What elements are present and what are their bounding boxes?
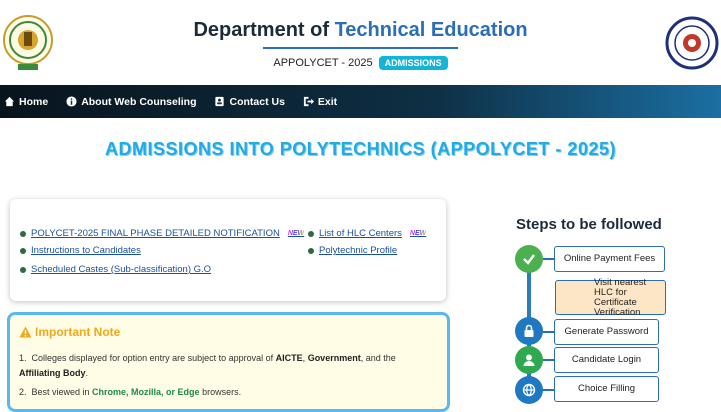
step-candidate-login: Candidate Login — [554, 347, 659, 373]
note-title-text: Important Note — [35, 325, 121, 339]
home-icon — [4, 96, 15, 107]
link-hlc-centers[interactable]: List of HLC Centers NEW — [308, 228, 426, 239]
connector — [543, 389, 554, 391]
bullet — [308, 230, 314, 237]
step-online-payment: Online Payment Fees — [554, 246, 665, 272]
nav-exit[interactable]: Exit — [303, 96, 337, 108]
nav-contact[interactable]: Contact Us — [214, 95, 285, 108]
link-polytechnic-profile[interactable]: Polytechnic Profile — [308, 245, 397, 256]
bullet — [308, 247, 314, 254]
link-label: List of HLC Centers — [319, 228, 402, 239]
contact-card-icon — [215, 96, 225, 107]
lock-icon — [515, 317, 543, 345]
nav-exit-label: Exit — [317, 95, 338, 108]
title-underline — [263, 47, 458, 49]
step-hlc-verification: Visit nearest HLC for Certificate Verifi… — [555, 277, 666, 317]
connector — [543, 359, 554, 361]
dte-seal-icon — [665, 12, 719, 74]
link-label: Polytechnic Profile — [319, 245, 398, 256]
link-label: Scheduled Castes (Sub-classification) G.… — [31, 264, 212, 275]
user-icon — [515, 346, 543, 374]
link-label: Instructions to Candidates — [31, 245, 141, 256]
step-choice-filling: Choice Filling — [554, 376, 659, 402]
exit-icon — [303, 96, 314, 107]
bullet — [20, 247, 26, 254]
note-item-2: 2. Best viewed in Chrome, Mozilla, or Ed… — [19, 387, 242, 397]
bullet — [20, 230, 26, 237]
check-icon — [515, 245, 543, 273]
nav-about[interactable]: About Web Counseling — [66, 96, 196, 108]
nav-home-label: Home — [19, 95, 49, 108]
main-heading: ADMISSIONS INTO POLYTECHNICS (APPOLYCET … — [105, 139, 616, 159]
connector — [543, 331, 554, 333]
note-item-1: 1. Colleges displayed for option entry a… — [19, 353, 396, 378]
link-label: POLYCET-2025 FINAL PHASE DETAILED NOTIFI… — [31, 228, 280, 239]
page-title: Department of Technical Education — [193, 19, 528, 41]
new-badge: NEW — [409, 230, 427, 237]
warning-icon — [19, 326, 32, 338]
nav-contact-label: Contact Us — [229, 95, 285, 108]
step-generate-password: Generate Password — [554, 319, 659, 345]
important-note-list: 1. Colleges displayed for option entry a… — [19, 351, 437, 400]
new-badge: NEW — [287, 230, 305, 237]
page-header: Department of Technical Education APPOLY… — [0, 0, 721, 85]
admissions-badge: ADMISSIONS — [378, 56, 448, 70]
nav-home[interactable]: Home — [4, 96, 48, 108]
info-icon — [66, 96, 77, 107]
link-final-phase-notification[interactable]: POLYCET-2025 FINAL PHASE DETAILED NOTIFI… — [20, 228, 304, 239]
important-note-title: Important Note — [19, 325, 120, 339]
connector — [543, 258, 554, 260]
links-card: POLYCET-2025 FINAL PHASE DETAILED NOTIFI… — [10, 199, 446, 301]
link-instructions[interactable]: Instructions to Candidates — [20, 245, 141, 256]
nav-about-label: About Web Counseling — [81, 95, 197, 108]
important-note-card: Important Note 1. Colleges displayed for… — [7, 312, 450, 412]
main-navbar: Home About Web Counseling Contact Us Exi… — [0, 85, 721, 118]
link-sc-subclassification[interactable]: Scheduled Castes (Sub-classification) G.… — [20, 264, 211, 275]
steps-title: Steps to be followed — [516, 216, 662, 233]
bullet — [20, 266, 26, 273]
page-subtitle: APPOLYCET - 2025 ADMISSIONS — [0, 56, 721, 70]
